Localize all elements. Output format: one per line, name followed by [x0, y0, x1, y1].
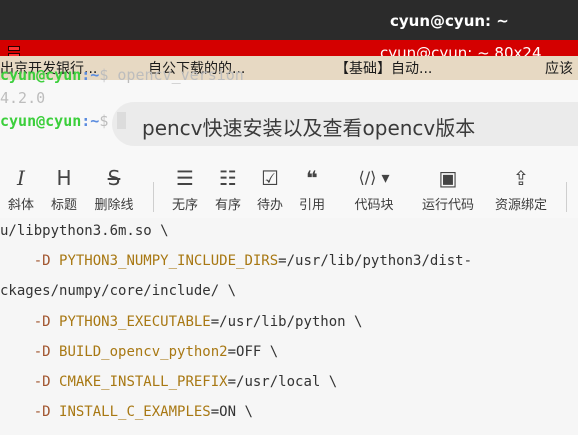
terminal-line-output: 4.2.0 — [0, 89, 578, 107]
heading-icon: H — [56, 166, 72, 190]
prompt-user: cyun@cyun — [0, 112, 82, 130]
command-text: $ — [99, 112, 118, 130]
heading-label: 标题 — [50, 198, 77, 213]
ordered-list-button[interactable]: ☷ 有序 — [211, 166, 245, 213]
code-block-label: 代码块 — [354, 198, 394, 213]
output-text: 4.2.0 — [0, 89, 46, 107]
ordered-list-label: 有序 — [214, 198, 241, 213]
ordered-list-icon: ☷ — [219, 166, 237, 190]
code-line: -D BUILD_opencv_python2=OFF \ — [0, 344, 279, 360]
resource-binding-button[interactable]: ⇪ 资源绑定 — [490, 166, 552, 213]
code-line: -D PYTHON3_NUMPY_INCLUDE_DIRS=/usr/lib/p… — [0, 253, 473, 269]
code-line: -D PYTHON3_EXECUTABLE=/usr/lib/python \ — [0, 314, 363, 330]
unordered-list-label: 无序 — [171, 198, 198, 213]
code-line: -D INSTALL_C_EXAMPLES=ON \ — [0, 404, 253, 420]
italic-button[interactable]: I 斜体 — [4, 166, 38, 213]
unordered-list-button[interactable]: ☰ 无序 — [168, 166, 202, 213]
quote-icon: ❝ — [306, 166, 318, 190]
terminal-line-prompt[interactable]: cyun@cyun:~$ — [0, 112, 578, 130]
command-text: $ opencv_version — [99, 66, 244, 84]
resource-binding-icon: ⇪ — [512, 166, 530, 190]
italic-icon: I — [17, 166, 25, 190]
prompt-path: :~ — [81, 112, 100, 130]
todo-label: 待办 — [256, 198, 283, 213]
run-code-label: 运行代码 — [421, 198, 474, 213]
terminal-line-command: cyun@cyun:~$ opencv_version — [0, 66, 578, 84]
prompt-path: :~ — [81, 66, 100, 84]
strikethrough-button[interactable]: S 删除线 — [90, 166, 138, 213]
code-block: u/libpython3.6m.so \ -D PYTHON3_NUMPY_IN… — [0, 218, 578, 435]
code-line: u/libpython3.6m.so \ — [0, 223, 169, 239]
heading-button[interactable]: H 标题 — [47, 166, 81, 213]
toolbar-divider — [566, 182, 567, 212]
editor-toolbar: I 斜体 H 标题 S 删除线 ☰ 无序 ☷ 有序 ☑ 待办 ❝ 引用 ⟨/⟩ … — [0, 166, 578, 218]
code-block-icon: ⟨/⟩ ▾ — [358, 168, 390, 187]
run-code-button[interactable]: ▣ 运行代码 — [418, 166, 478, 213]
cursor-block — [117, 112, 127, 129]
strikethrough-icon: S — [107, 166, 121, 190]
toolbar-divider — [153, 182, 154, 212]
run-code-icon: ▣ — [438, 166, 458, 190]
code-line: ckages/numpy/core/include/ \ — [0, 283, 237, 299]
italic-label: 斜体 — [7, 198, 34, 213]
code-line: -D CMAKE_INSTALL_PREFIX=/usr/local \ — [0, 374, 338, 390]
code-block-button[interactable]: ⟨/⟩ ▾ 代码块 — [348, 166, 400, 213]
todo-icon: ☑ — [261, 166, 279, 190]
quote-label: 引用 — [298, 198, 325, 213]
window-title: cyun@cyun: ~ — [390, 12, 509, 30]
terminal-titlebar[interactable]: cyun@cyun: ~ — [0, 0, 578, 40]
unordered-list-icon: ☰ — [176, 166, 194, 190]
prompt-user: cyun@cyun — [0, 66, 82, 84]
todo-button[interactable]: ☑ 待办 — [253, 166, 287, 213]
resource-binding-label: 资源绑定 — [494, 198, 547, 213]
strikethrough-label: 删除线 — [94, 198, 134, 213]
quote-button[interactable]: ❝ 引用 — [295, 166, 329, 213]
